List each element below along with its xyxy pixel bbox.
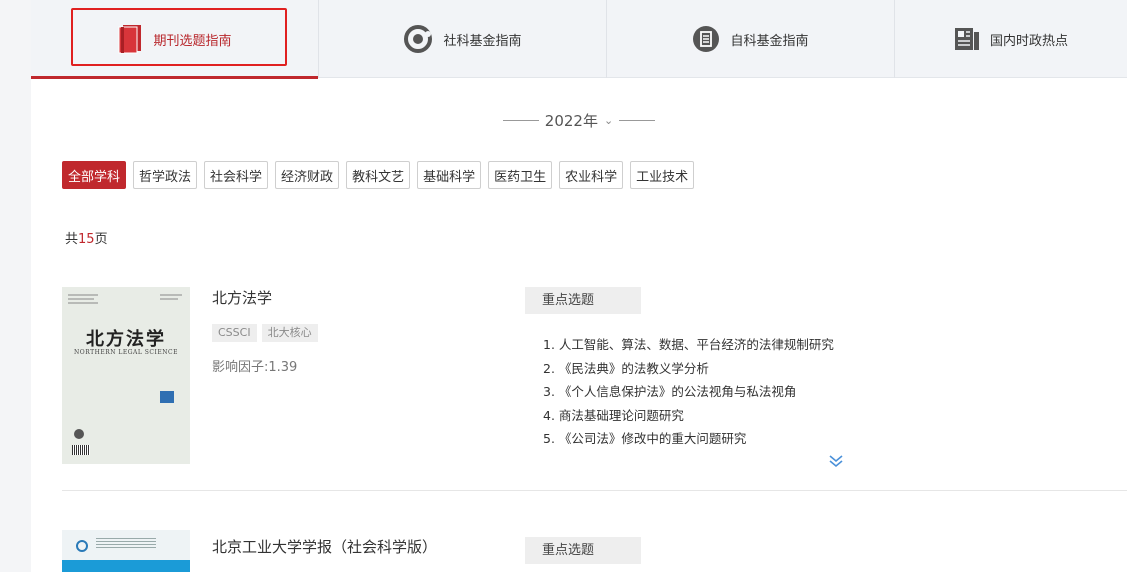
year-value: 2022年	[544, 111, 598, 130]
year-selector[interactable]: 2022年 ⌄	[31, 108, 1127, 132]
expand-chevron-icon[interactable]	[828, 453, 844, 469]
tab-label: 国内时政热点	[989, 33, 1068, 49]
divider-line	[502, 119, 539, 121]
cover-badge	[160, 391, 174, 403]
tab-science-fund[interactable]: 自科基金指南	[607, 0, 895, 78]
circle-ring-icon	[403, 24, 433, 54]
tag-pku-core: 北大核心	[261, 324, 318, 342]
category-economy-finance[interactable]: 经济财政	[275, 161, 340, 189]
journal-item: 北京工业大学学报（社会科学版） 重点选题	[62, 530, 1127, 572]
category-filter: 全部学科 哲学政法 社会科学 经济财政 教科文艺 基础科学 医药卫生 农业科学 …	[62, 161, 695, 189]
topic-item: 1. 人工智能、算法、数据、平台经济的法律规制研究	[543, 337, 834, 352]
journal-tags: CSSCI 北大核心	[212, 324, 512, 342]
tab-journal-topics[interactable]: 期刊选题指南	[31, 0, 319, 79]
category-agriculture[interactable]: 农业科学	[559, 161, 624, 189]
newspaper-icon	[954, 27, 980, 51]
journal-name[interactable]: 北京工业大学学报（社会科学版）	[212, 536, 512, 558]
journal-cover[interactable]	[62, 530, 190, 572]
category-social-science[interactable]: 社会科学	[204, 161, 269, 189]
category-medicine[interactable]: 医药卫生	[488, 161, 553, 189]
cover-subtitle: NORTHERN LEGAL SCIENCE	[74, 349, 178, 356]
tab-social-fund[interactable]: 社科基金指南	[319, 0, 607, 78]
cover-emblem-icon	[74, 429, 84, 439]
tab-domestic-politics[interactable]: 国内时政热点	[895, 0, 1127, 78]
tab-label: 社科基金指南	[443, 33, 522, 49]
category-philosophy-law[interactable]: 哲学政法	[133, 161, 198, 189]
divider-line	[619, 119, 656, 121]
topic-list: 1. 人工智能、算法、数据、平台经济的法律规制研究 2. 《民法典》的法教义学分…	[525, 333, 1085, 451]
key-topics-header: 重点选题	[525, 287, 641, 314]
page-count-prefix: 共	[65, 232, 79, 247]
page-count-number: 15	[78, 232, 95, 247]
journal-name[interactable]: 北方法学	[212, 287, 512, 309]
page-count-suffix: 页	[94, 232, 108, 247]
document-circle-icon	[692, 25, 720, 53]
topic-item: 2. 《民法典》的法教义学分析	[543, 360, 709, 376]
barcode-icon	[72, 445, 90, 455]
cover-band	[62, 560, 190, 572]
category-basic-science[interactable]: 基础科学	[417, 161, 482, 189]
chevron-down-icon: ⌄	[603, 113, 614, 127]
highlight-box	[71, 8, 287, 66]
impact-factor: 影响因子:1.39	[212, 360, 298, 375]
left-gutter	[0, 0, 31, 572]
topic-item: 3. 《个人信息保护法》的公法视角与私法视角	[543, 384, 797, 399]
cover-header-lines	[96, 538, 156, 550]
journal-item: 北方法学 NORTHERN LEGAL SCIENCE 北方法学 CSSCI 北…	[62, 287, 1127, 491]
tab-label: 自科基金指南	[730, 33, 809, 49]
journal-info: 北京工业大学学报（社会科学版）	[212, 536, 512, 558]
topic-item: 4. 商法基础理论问题研究	[543, 407, 684, 423]
journal-cover[interactable]: 北方法学 NORTHERN LEGAL SCIENCE	[62, 287, 190, 464]
key-topics-header: 重点选题	[525, 537, 641, 564]
cover-title: 北方法学	[86, 329, 166, 350]
tag-cssci: CSSCI	[212, 324, 257, 342]
cover-header-lines	[68, 294, 182, 304]
topic-item: 5. 《公司法》修改中的重大问题研究	[543, 431, 747, 446]
key-topics: 重点选题 1. 人工智能、算法、数据、平台经济的法律规制研究 2. 《民法典》的…	[525, 287, 1085, 468]
journal-info: 北方法学 CSSCI 北大核心 影响因子:1.39	[212, 287, 512, 375]
page-count: 共15页	[65, 228, 108, 247]
category-engineering[interactable]: 工业技术	[630, 161, 695, 189]
category-education-arts[interactable]: 教科文艺	[346, 161, 411, 189]
guide-tabs: 期刊选题指南 社科基金指南 自科基金指南 国内时政热点	[31, 0, 1127, 79]
category-all[interactable]: 全部学科	[62, 161, 127, 189]
cover-emblem-icon	[76, 540, 88, 552]
key-topics: 重点选题	[525, 537, 1085, 564]
